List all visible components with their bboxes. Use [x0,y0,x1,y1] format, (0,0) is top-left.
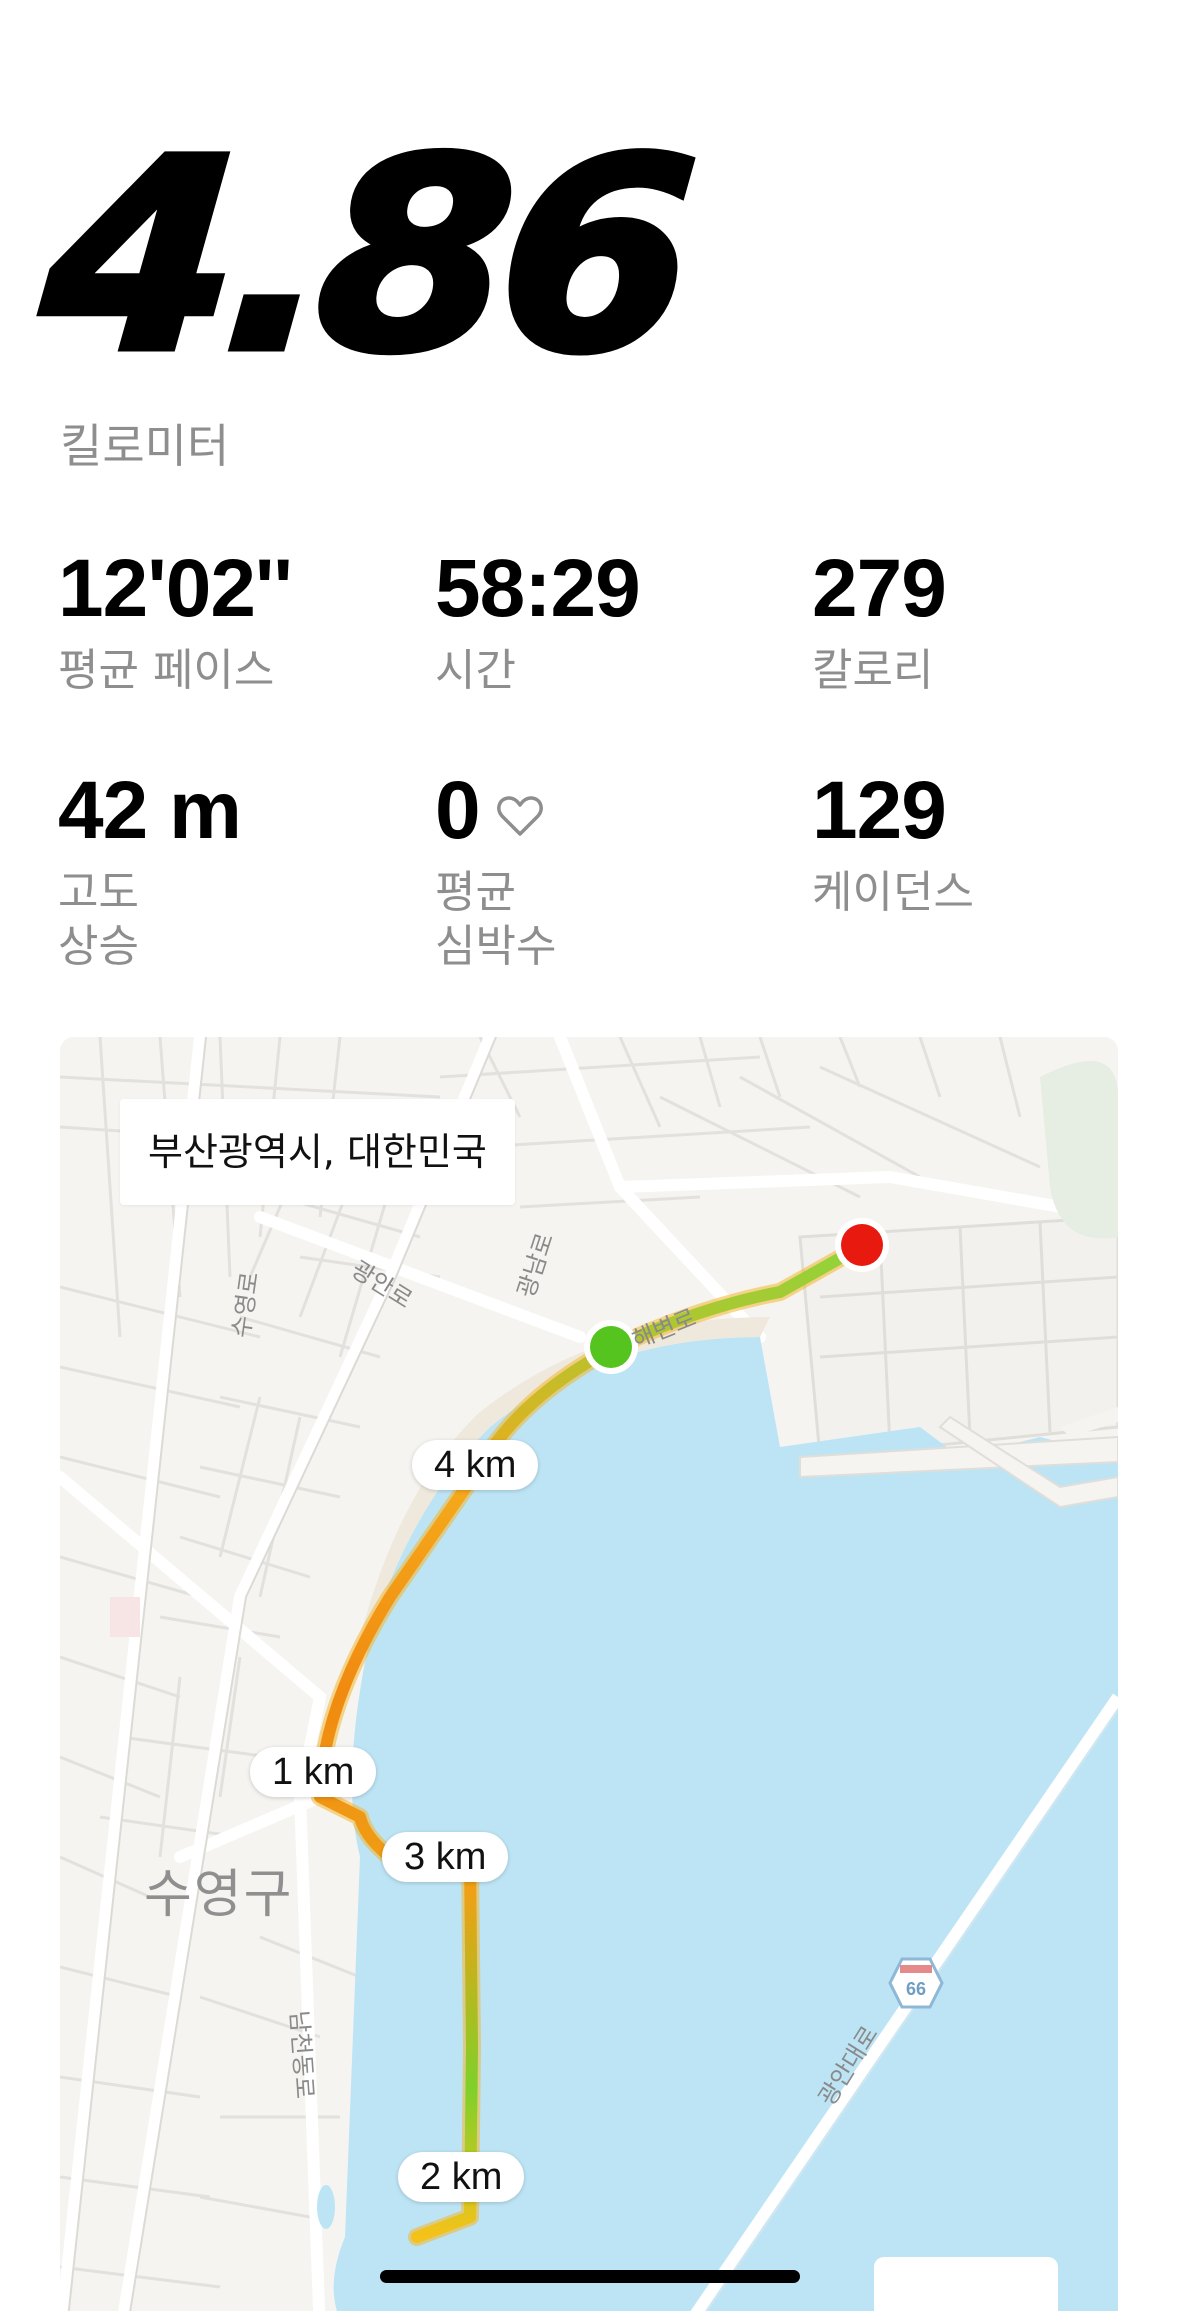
share-button[interactable] [874,2257,1058,2311]
stat-value-row: 0 [435,770,556,852]
district-label: 수영구 [144,1865,294,1925]
heart-outline-icon [496,770,544,852]
pond [317,2185,335,2229]
stat-value: 279 [812,543,947,634]
stat-value: 58:29 [435,543,641,634]
distance-unit: 킬로미터 [60,419,230,473]
stat-label: 평균 페이스 [58,645,275,696]
km-marker-1: 1 km [250,1747,377,1797]
location-card: 부산광역시, 대한민국 [120,1099,515,1205]
stat-avg-pace: 12'02'' 평균 페이스 [58,543,293,698]
home-indicator[interactable] [380,2270,800,2283]
stat-label: 평균 심박수 [435,867,557,972]
stat-duration: 58:29 시간 [435,543,641,698]
stat-value: 129 [812,765,947,856]
stat-value: 12'02'' [58,543,293,634]
stat-value: 42 m [58,765,242,856]
stat-label: 시간 [435,645,516,696]
stat-calories: 279 칼로리 [812,543,947,698]
building-pink [110,1597,140,1637]
stat-value: 0 [435,765,481,856]
highway-number: 66 [906,1979,926,1999]
end-marker[interactable] [841,1224,883,1266]
km-marker-3: 3 km [382,1832,509,1882]
road-label: 남천동로 [284,2009,319,2100]
map-canvas [60,1037,1118,2311]
stat-label: 케이던스 [812,867,974,918]
km-marker-4: 4 km [412,1440,539,1490]
route-map[interactable]: 부산광역시, 대한민국 광안로 광남로 수영로 해변로 남천동로 광안대로 수영… [60,1037,1118,2311]
stat-avg-heart-rate: 0 평균 심박수 [435,770,556,974]
stat-cadence: 129 케이던스 [812,770,974,920]
distance-value: 4.86 [30,99,696,414]
stat-label: 칼로리 [812,645,934,696]
stat-elevation-gain: 42 m 고도 상승 [58,765,242,974]
activity-detail-screen: ⋯ 4.86 킬로미터 12'02'' 평균 페이스 58:29 시간 279 … [0,0,1178,2311]
start-marker[interactable] [590,1326,632,1368]
km-marker-2: 2 km [398,2152,525,2202]
more-menu-icon[interactable]: ⋯ [1080,0,1124,21]
stat-label: 고도 상승 [58,867,139,972]
